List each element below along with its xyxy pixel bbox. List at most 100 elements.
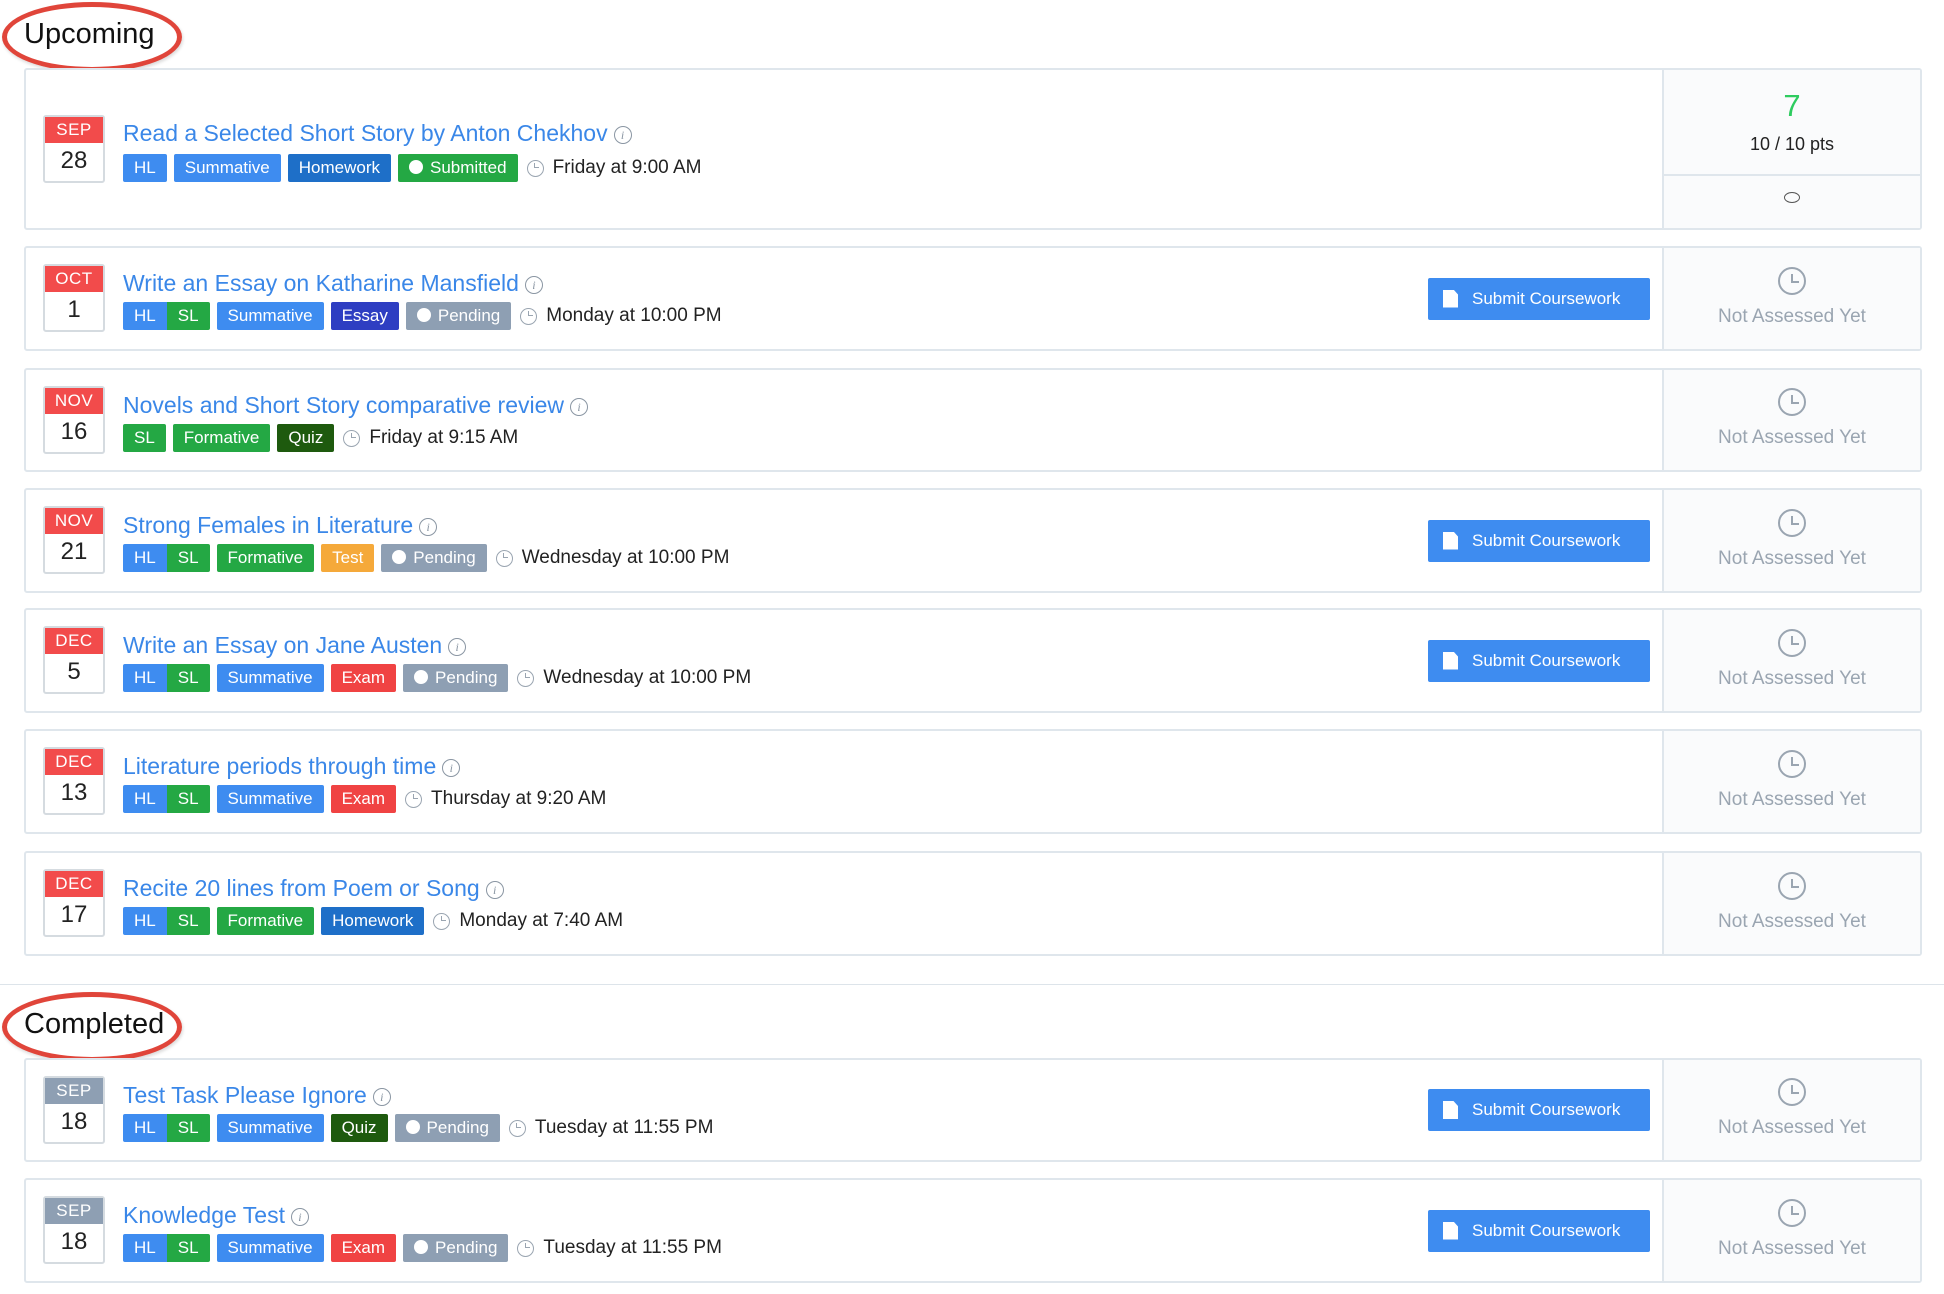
assignment-title[interactable]: Write an Essay on Jane Austen [123,632,442,658]
assignment-title-link[interactable]: Write an Essay on Katharine Mansfield i [123,270,543,297]
info-icon[interactable]: i [442,758,461,777]
due-date-calendar: DEC 13 [43,747,105,815]
info-icon[interactable]: i [290,1207,309,1226]
assignment-title-link[interactable]: Novels and Short Story comparative revie… [123,392,589,419]
not-assessed: Not Assessed Yet [1664,871,1920,933]
comment-button[interactable] [1664,190,1920,208]
submit-coursework-button[interactable]: Submit Coursework [1428,1209,1650,1252]
submit-label[interactable]: Submit Coursework [1472,1221,1620,1240]
tag-row: HL SL Summative Exam Pending Wednesday at 10:… [123,664,751,692]
clock-icon [1778,508,1806,537]
assignment-title-link[interactable]: Test Task Please Ignore i [123,1082,391,1109]
tag-exam: Exam [330,785,397,813]
assignment-title[interactable]: Test Task Please Ignore [123,1082,367,1108]
assignment-title[interactable]: Read a Selected Short Story by Anton Che… [123,120,608,146]
tag-sl: SL [166,1234,210,1262]
assignment-main: SEP 18 Knowledge Test i HL SL Summative Exam Pen… [26,1180,1664,1281]
assignment-main: DEC 13 Literature periods through time i HL S… [26,731,1664,832]
assignment-main: DEC 5 Write an Essay on Jane Austen i HL SL Su… [26,610,1664,711]
tag-hl: HL [123,907,167,935]
due-date-calendar: NOV 21 [43,506,105,574]
submit-coursework-button[interactable]: Submit Coursework [1428,639,1650,682]
section-title: Upcoming [24,18,155,50]
submit-coursework-button[interactable]: Submit Coursework [1428,1089,1650,1131]
tag-row: HL SL Formative Homework Monday at 7:40 AM [123,907,623,935]
submit-label[interactable]: Submit Coursework [1472,289,1620,308]
assignment-title[interactable]: Recite 20 lines from Poem or Song [123,875,480,901]
due-month: SEP [45,1078,103,1104]
tag-exam: Exam [330,1234,397,1262]
status-badge: Pending [394,1114,500,1142]
due-date-calendar: OCT 1 [43,264,105,332]
submit-label[interactable]: Submit Coursework [1472,531,1620,550]
info-icon[interactable]: i [419,517,438,536]
info-icon[interactable]: i [372,1087,391,1106]
assignment-title-link[interactable]: Strong Females in Literature i [123,512,438,539]
status-badge: Submitted [398,154,518,182]
not-assessed: Not Assessed Yet [1664,508,1920,570]
info-icon[interactable]: i [570,397,589,416]
clock-icon [1778,628,1806,657]
points-value: 10 / 10 pts [1749,134,1835,154]
tag-hl: HL [123,302,167,330]
assignment-main: OCT 1 Write an Essay on Katharine Mansfiel… [26,248,1664,349]
tag-formative: Formative [216,544,315,572]
check-circle-icon [409,160,424,174]
assignment-title-link[interactable]: Recite 20 lines from Poem or Song i [123,875,504,902]
assignment-title[interactable]: Write an Essay on Katharine Mansfield [123,270,519,296]
due-month: DEC [45,871,103,897]
submit-label[interactable]: Submit Coursework [1472,651,1620,670]
grade-panel: Not Assessed Yet [1662,853,1920,954]
info-icon[interactable]: i [448,637,467,656]
clock-icon [1778,1198,1806,1227]
clock-icon [405,790,423,808]
file-upload-icon [1443,289,1458,308]
tag-formative: Formative [216,907,315,935]
assignment-card: NOV 16 Novels and Short Story comparative … [24,368,1922,472]
due-time: Wednesday at 10:00 PM [521,547,730,568]
tag-sl: SL [166,1114,210,1142]
due-day: 17 [60,901,88,928]
info-icon[interactable]: i [613,125,632,144]
tag-hl: HL [123,544,167,572]
assignment-title[interactable]: Knowledge Test [123,1202,285,1228]
info-icon[interactable]: i [485,880,504,899]
assignment-title-link[interactable]: Knowledge Test i [123,1202,309,1229]
submit-coursework-button[interactable]: Submit Coursework [1428,519,1650,562]
status-badge: Pending [381,544,487,572]
submit-label[interactable]: Submit Coursework [1472,1100,1620,1119]
tag-hl: HL [123,664,167,692]
assignment-title[interactable]: Novels and Short Story comparative revie… [123,392,564,418]
tag-formative: Formative [172,424,271,452]
not-assessed: Not Assessed Yet [1664,388,1920,449]
file-upload-icon [1443,651,1458,670]
info-icon[interactable]: i [524,275,543,294]
tag-row: SL Formative Quiz Friday at 9:15 AM [123,424,518,452]
grade-panel: Not Assessed Yet [1662,731,1920,832]
assignment-main: NOV 16 Novels and Short Story comparative … [26,370,1664,470]
due-time: Monday at 7:40 AM [459,910,624,931]
tag-summative: Summative [216,302,324,330]
submit-coursework-button[interactable]: Submit Coursework [1428,277,1650,320]
due-time: Friday at 9:00 AM [552,157,702,178]
not-assessed-label: Not Assessed Yet [1718,1237,1866,1259]
status-label: Pending [426,1118,489,1137]
clock-icon [1778,871,1806,900]
due-month: SEP [45,1198,103,1224]
status-label: Pending [435,1238,498,1257]
assignment-card: SEP 18 Test Task Please Ignore i HL SL Summati… [24,1058,1922,1162]
assignment-title-link[interactable]: Write an Essay on Jane Austen i [123,632,467,659]
not-assessed: Not Assessed Yet [1664,1198,1920,1260]
tag-sl: SL [166,907,210,935]
tag-quiz: Quiz [277,424,335,452]
assignment-title-link[interactable]: Literature periods through time i [123,753,461,780]
comment-icon[interactable] [1784,192,1800,203]
section-title: Completed [24,1008,165,1040]
due-day: 5 [67,658,81,685]
clock-icon [517,669,535,687]
assignment-title[interactable]: Literature periods through time [123,753,436,779]
not-assessed-label: Not Assessed Yet [1718,667,1866,689]
assignment-title[interactable]: Strong Females in Literature [123,512,413,538]
assignment-title-link[interactable]: Read a Selected Short Story by Anton Che… [123,120,632,147]
tag-sl: SL [123,424,166,452]
